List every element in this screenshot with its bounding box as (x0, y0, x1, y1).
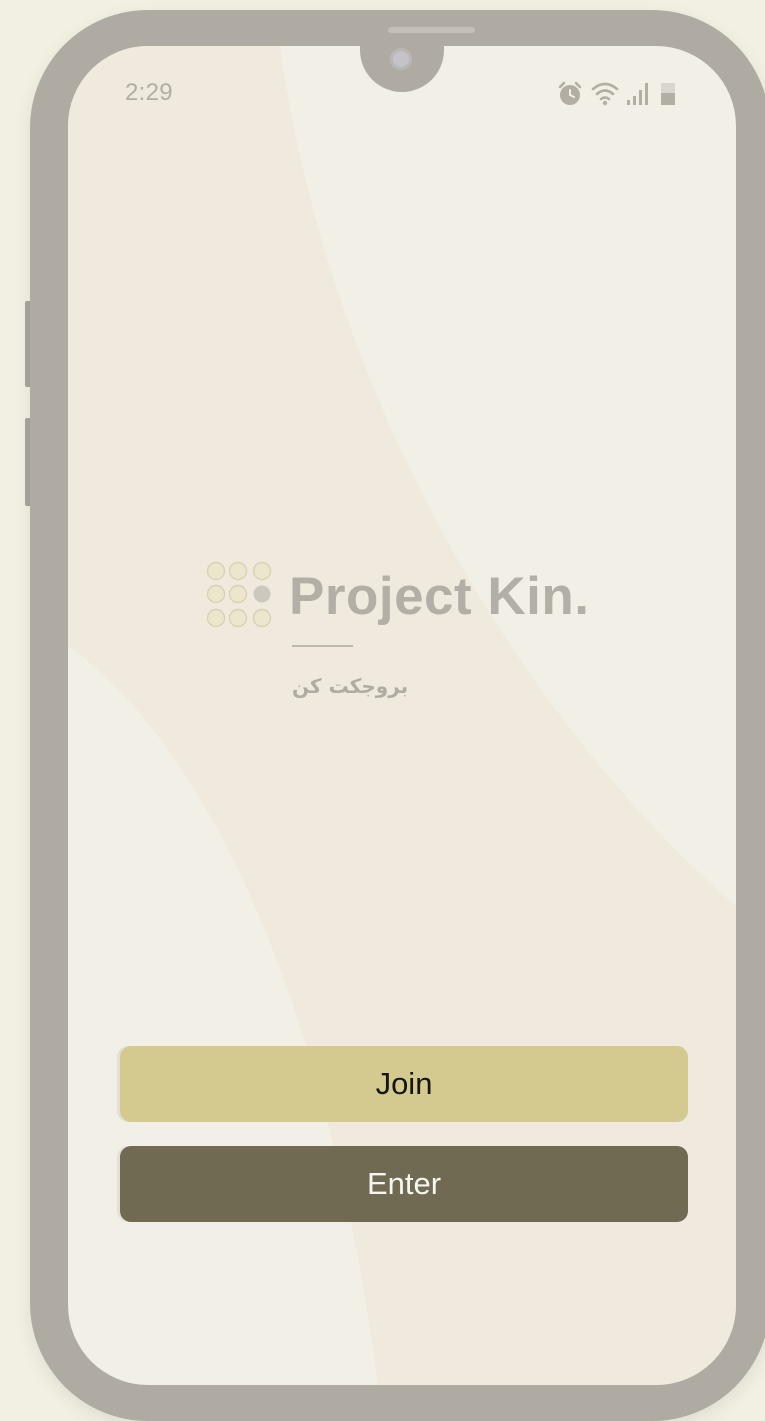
battery-icon (660, 80, 676, 112)
brand-subtitle: بروجكت كن (292, 674, 409, 698)
join-button[interactable]: Join (120, 1046, 688, 1122)
brand-title: Project Kin. (289, 567, 590, 626)
status-time: 2:29 (125, 79, 173, 106)
brand-divider (292, 645, 353, 647)
enter-button[interactable]: Enter (120, 1146, 688, 1222)
alarm-icon (556, 80, 584, 112)
app-stage: 2:29 Project Kin. بروجكت كن Join Enter (0, 0, 765, 1421)
nine-dot-grid-icon (206, 561, 274, 629)
front-camera (390, 48, 412, 70)
phone-screen: 2:29 Project Kin. بروجكت كن Join Enter (68, 46, 736, 1385)
signal-icon (626, 80, 652, 112)
status-icons (556, 80, 680, 108)
wifi-icon (590, 80, 620, 112)
earpiece-speaker (388, 27, 475, 33)
